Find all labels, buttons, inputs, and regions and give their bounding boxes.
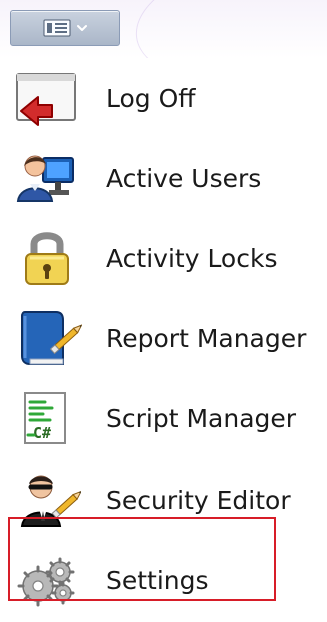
menu-item-label: Settings xyxy=(106,565,209,595)
chevron-down-icon xyxy=(77,25,87,31)
toolbar-menu-button[interactable] xyxy=(10,10,120,46)
menu-item-script-manager[interactable]: C# Script Manager xyxy=(8,378,308,458)
book-pencil-icon xyxy=(8,306,86,370)
menu-item-label: Log Off xyxy=(106,83,196,113)
menu-item-label: Script Manager xyxy=(106,403,297,433)
admin-menu-panel: Log Off Active Users Activity Locks Repo… xyxy=(0,0,327,622)
menu-item-label: Security Editor xyxy=(106,485,291,515)
gears-icon xyxy=(8,548,86,612)
menu-layout-icon xyxy=(43,19,71,37)
menu-item-report-manager[interactable]: Report Manager xyxy=(8,298,308,378)
admin-menu: Log Off Active Users Activity Locks Repo… xyxy=(0,58,327,622)
menu-item-activity-locks[interactable]: Activity Locks xyxy=(8,218,308,298)
padlock-icon xyxy=(8,226,86,290)
security-agent-icon xyxy=(8,468,86,532)
log-off-icon xyxy=(8,66,86,130)
menu-item-log-off[interactable]: Log Off xyxy=(8,58,308,138)
menu-item-label: Active Users xyxy=(106,163,262,193)
menu-item-security-editor[interactable]: Security Editor xyxy=(8,460,308,540)
menu-item-active-users[interactable]: Active Users xyxy=(8,138,308,218)
users-monitor-icon xyxy=(8,146,86,210)
svg-text:C#: C# xyxy=(33,424,51,442)
menu-item-settings[interactable]: Settings xyxy=(8,540,308,620)
menu-item-label: Activity Locks xyxy=(106,243,278,273)
csharp-script-icon: C# xyxy=(8,386,86,450)
menu-item-label: Report Manager xyxy=(106,323,307,353)
toolbar-area xyxy=(0,0,327,58)
